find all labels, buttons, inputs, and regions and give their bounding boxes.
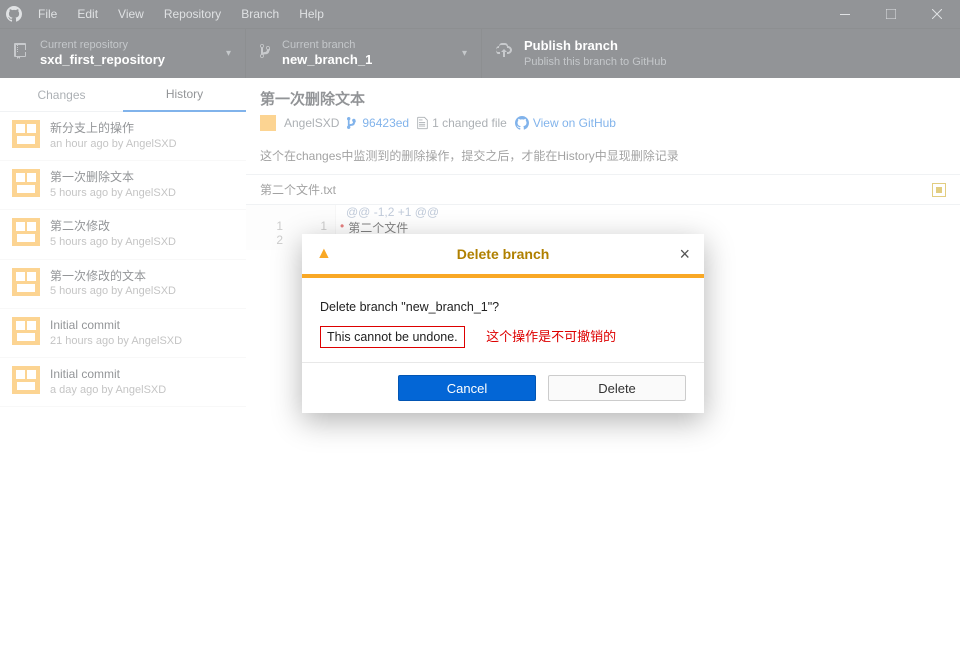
delete-button[interactable]: Delete	[548, 375, 686, 401]
dialog-message: Delete branch "new_branch_1"?	[320, 300, 686, 314]
close-icon[interactable]: ×	[679, 244, 690, 265]
delete-branch-dialog: ▲ Delete branch × Delete branch "new_bra…	[302, 234, 704, 413]
cancel-button[interactable]: Cancel	[398, 375, 536, 401]
dialog-annotation: 这个操作是不可撤销的	[486, 329, 616, 344]
dialog-warning: This cannot be undone.	[320, 326, 465, 348]
dialog-title: Delete branch	[302, 246, 704, 262]
